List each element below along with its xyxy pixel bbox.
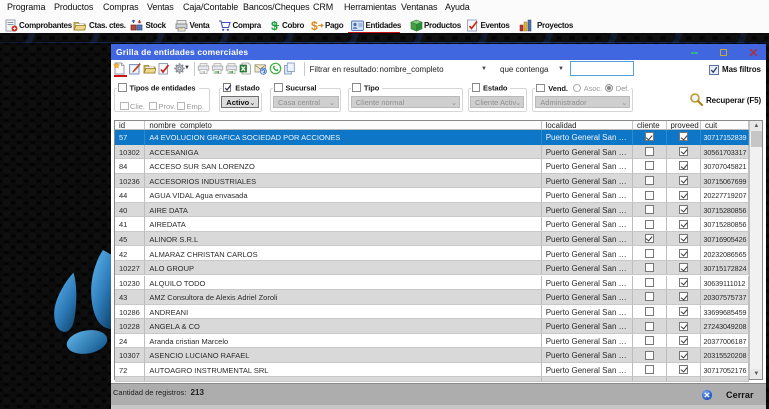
svg-text:$: $ [311,19,318,32]
